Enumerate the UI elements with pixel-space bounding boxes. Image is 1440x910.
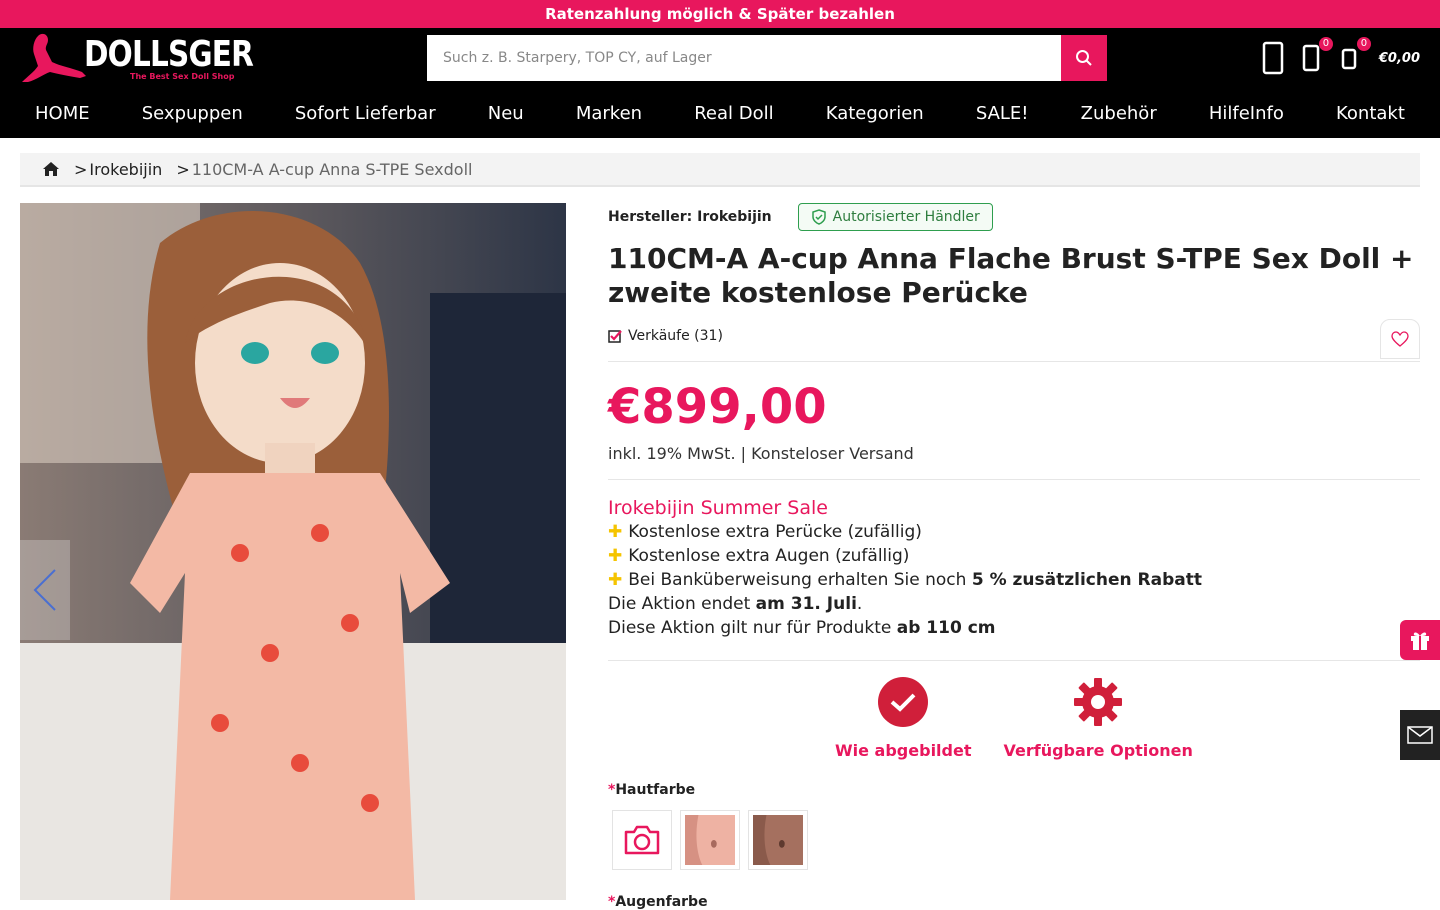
divider: [608, 361, 1420, 362]
promo-box: Irokebijin Summer Sale ✚ Kostenlose extra…: [608, 496, 1420, 640]
brand-name: DOLLSGER: [84, 34, 254, 75]
account-button[interactable]: [1261, 41, 1285, 75]
breadcrumb-separator: >: [176, 159, 190, 179]
promo-line: ✚ Kostenlose extra Perücke (zufällig): [608, 522, 922, 542]
product-price: €899,00: [608, 379, 827, 435]
promo-line: Die Aktion endet am 31. Juli.: [608, 594, 863, 614]
check-circle-icon: [878, 677, 929, 727]
main-navigation: HOME Sexpuppen Sofort Lieferbar Neu Mark…: [0, 88, 1440, 138]
product-gallery[interactable]: [20, 203, 566, 900]
available-options-label: Verfügbare Optionen: [1003, 741, 1193, 760]
promo-line: ✚ Bei Banküberweisung erhalten Sie noch 5…: [608, 570, 1202, 590]
skin-tone-tan-image: [753, 815, 803, 865]
swatch-as-pictured[interactable]: [612, 810, 672, 870]
product-info: Hersteller: Irokebijin Autorisierter Hän…: [608, 203, 1420, 910]
sales-count-label: Verkäufe (31): [628, 328, 723, 344]
product-maker[interactable]: Hersteller: Irokebijin: [608, 209, 772, 225]
mail-icon: [1407, 726, 1433, 744]
nav-item-kategorien[interactable]: Kategorien: [826, 103, 924, 124]
nav-item-real-doll[interactable]: Real Doll: [694, 103, 773, 124]
site-header: DOLLSGER The Best Sex Doll Shop 0: [0, 28, 1440, 88]
plus-icon: ✚: [608, 546, 623, 566]
cart-icon: [1341, 48, 1357, 70]
plus-icon: ✚: [608, 522, 623, 542]
compare-button[interactable]: 0: [1299, 37, 1333, 75]
search-button[interactable]: [1061, 35, 1107, 81]
divider: [608, 479, 1420, 480]
product-image: [20, 203, 566, 900]
eye-color-label: *Augenfarbe: [608, 894, 708, 910]
compare-icon: [1302, 44, 1320, 72]
as-pictured-option[interactable]: Wie abgebildet: [835, 677, 971, 760]
vat-shipping-note: inkl. 19% MwSt. | Konsteloser Versand: [608, 444, 914, 463]
user-icon: [1262, 41, 1284, 75]
swatch-tan-skin[interactable]: [748, 810, 808, 870]
gear-icon: [1073, 677, 1123, 727]
cart-button[interactable]: 0: [1337, 37, 1371, 75]
authorized-dealer-label: Autorisierter Händler: [832, 209, 980, 225]
gift-button[interactable]: [1400, 620, 1440, 660]
breadcrumb: > Irokebijin > 110CM-A A-cup Anna S-TPE …: [20, 153, 1420, 187]
contact-mail-button[interactable]: [1400, 710, 1440, 760]
header-actions: 0 0 €0,00: [1261, 37, 1420, 78]
brand-tagline: The Best Sex Doll Shop: [130, 72, 235, 81]
breadcrumb-item-brand[interactable]: Irokebijin: [89, 160, 162, 179]
search-icon: [1076, 50, 1092, 66]
breadcrumb-current: 110CM-A A-cup Anna S-TPE Sexdoll: [191, 159, 473, 179]
logo-silhouette-icon: [22, 33, 86, 82]
announcement-text: Ratenzahlung möglich & Später bezahlen: [545, 5, 895, 23]
home-icon[interactable]: [42, 161, 60, 177]
announcement-bar: Ratenzahlung möglich & Später bezahlen: [0, 0, 1440, 28]
option-modes: Wie abgebildet Verfügbare Optionen: [608, 677, 1420, 760]
promo-line: ✚ Kostenlose extra Augen (zufällig): [608, 546, 910, 566]
product-title: 110CM-A A-cup Anna Flache Brust S-TPE Se…: [608, 242, 1414, 309]
nav-item-sale[interactable]: SALE!: [976, 103, 1029, 124]
promo-line: Diese Aktion gilt nur für Produkte ab 11…: [608, 618, 996, 638]
available-options-option[interactable]: Verfügbare Optionen: [1003, 677, 1193, 760]
nav-item-hilfe-info[interactable]: HilfeInfo: [1209, 103, 1284, 124]
breadcrumb-separator: >: [74, 159, 88, 179]
search-input[interactable]: [427, 35, 1061, 81]
compare-count-badge: 0: [1318, 37, 1333, 51]
skin-tone-light-image: [685, 815, 735, 865]
skin-color-label: *Hautfarbe: [608, 782, 696, 798]
gift-icon: [1411, 632, 1429, 650]
divider: [608, 660, 1420, 661]
sales-count: Verkäufe (31): [608, 326, 1420, 346]
nav-item-sofort-lieferbar[interactable]: Sofort Lieferbar: [295, 103, 436, 124]
nav-item-sexpuppen[interactable]: Sexpuppen: [142, 103, 243, 124]
skin-color-swatches: [612, 810, 1420, 870]
heart-icon: [1391, 331, 1409, 347]
swatch-light-skin[interactable]: [680, 810, 740, 870]
search-bar: [427, 35, 1107, 81]
plus-icon: ✚: [608, 570, 623, 590]
site-logo[interactable]: DOLLSGER The Best Sex Doll Shop: [20, 32, 254, 84]
wishlist-button[interactable]: [1380, 319, 1420, 359]
checkbox-checked-icon: [608, 330, 622, 343]
chevron-left-icon: [33, 569, 56, 611]
camera-icon: [624, 825, 660, 855]
nav-item-home[interactable]: HOME: [35, 103, 90, 124]
authorized-dealer-badge: Autorisierter Händler: [797, 203, 993, 231]
shield-check-icon: [811, 209, 826, 225]
nav-item-neu[interactable]: Neu: [488, 103, 524, 124]
promo-heading: Irokebijin Summer Sale: [608, 497, 828, 519]
as-pictured-label: Wie abgebildet: [835, 741, 972, 760]
nav-item-zubehoer[interactable]: Zubehör: [1081, 103, 1157, 124]
cart-count-badge: 0: [1356, 37, 1371, 51]
nav-item-kontakt[interactable]: Kontakt: [1336, 103, 1405, 124]
gallery-prev-button[interactable]: [20, 540, 70, 640]
nav-item-marken[interactable]: Marken: [576, 103, 642, 124]
cart-total[interactable]: €0,00: [1379, 51, 1420, 66]
